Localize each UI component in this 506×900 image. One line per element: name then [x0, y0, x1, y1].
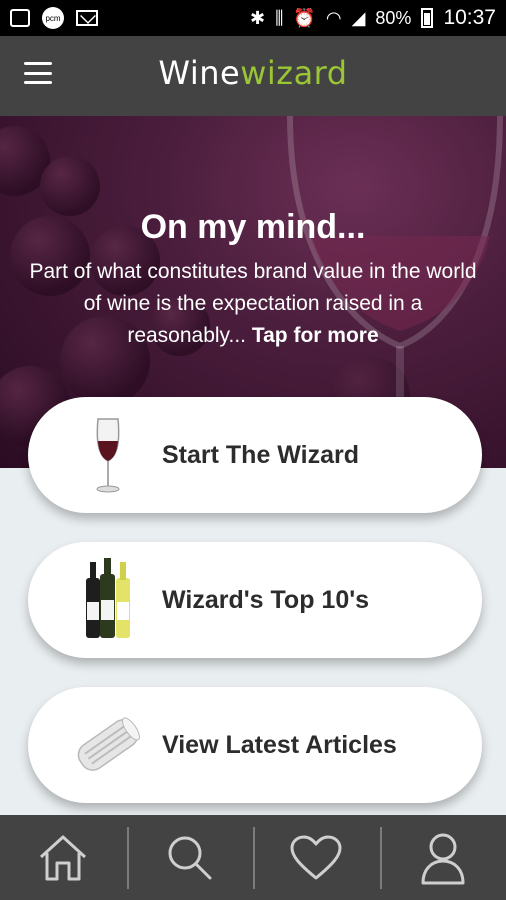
start-wizard-button[interactable]: Start The Wizard	[28, 397, 482, 513]
status-bar: pcm ✱ ⫼ ⏰ ◠ ◢ 80% 10:37	[0, 0, 506, 36]
wifi-icon: ◠	[325, 8, 342, 28]
hero-text: Part of what constitutes brand value in …	[22, 256, 484, 352]
wine-bottles-icon	[86, 558, 130, 638]
pvm-icon: pcm	[42, 7, 64, 29]
clock: 10:37	[443, 6, 496, 29]
nav-home[interactable]	[0, 815, 127, 900]
search-icon	[168, 836, 212, 879]
logo-wizard: wizard	[240, 54, 348, 92]
app-bar: Winewizard	[0, 36, 506, 116]
profile-icon	[421, 833, 465, 884]
start-wizard-label: Start The Wizard	[162, 440, 360, 469]
signal-icon: ◢	[351, 8, 366, 28]
mail-icon	[76, 10, 98, 26]
bottom-nav	[0, 815, 506, 900]
battery-text: 80%	[375, 7, 412, 28]
home-icon	[40, 835, 87, 880]
latest-articles-label: View Latest Articles	[162, 730, 397, 759]
tap-for-more-link[interactable]: Tap for more	[252, 324, 379, 347]
battery-icon	[421, 8, 434, 28]
logo-wine: Wine	[158, 54, 241, 92]
newspaper-icon	[77, 717, 140, 771]
nav-search[interactable]	[126, 815, 254, 900]
alarm-icon: ⏰	[293, 8, 316, 28]
image-icon	[10, 9, 30, 27]
app-logo: Winewizard	[0, 54, 506, 92]
top-10s-label: Wizard's Top 10's	[162, 585, 370, 614]
nav-favorites[interactable]	[253, 815, 380, 900]
latest-articles-button[interactable]: View Latest Articles	[28, 687, 482, 803]
wine-glass-icon	[96, 418, 120, 493]
bluetooth-icon: ✱	[250, 8, 266, 28]
nav-profile[interactable]	[379, 815, 506, 900]
heart-icon	[290, 835, 342, 879]
hero-title: On my mind...	[140, 208, 366, 246]
top-10s-button[interactable]: Wizard's Top 10's	[28, 542, 482, 658]
vibrate-icon: ⫼	[275, 8, 284, 28]
